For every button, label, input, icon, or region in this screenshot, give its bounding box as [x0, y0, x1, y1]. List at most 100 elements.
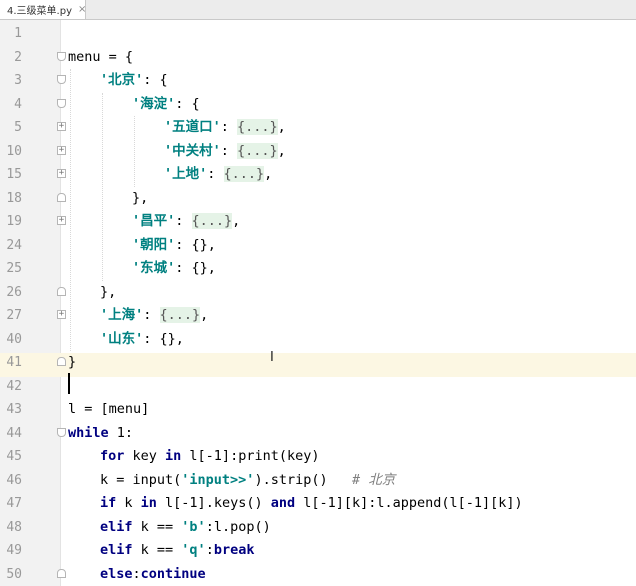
code-line[interactable]: 18},: [0, 187, 636, 211]
code-text: '山东': {},: [100, 328, 184, 352]
code-line[interactable]: 47 if k in l[-1].keys() and l[-1][k]:l.ap…: [0, 492, 636, 516]
code-token: 'q': [181, 542, 206, 558]
fold-marker-icon[interactable]: [57, 427, 66, 437]
fold-marker-icon[interactable]: [57, 192, 66, 202]
code-text: '上海': {...},: [100, 304, 208, 328]
code-token: '海淀': [132, 95, 176, 112]
code-text: for key in l[-1]:print(key): [100, 445, 319, 469]
code-token: k ==: [132, 518, 182, 535]
code-token: },: [100, 283, 117, 300]
folded-block[interactable]: {...}: [223, 166, 265, 182]
code-line[interactable]: 1: [0, 22, 636, 46]
code-line[interactable]: 49 elif k == 'q':break: [0, 539, 636, 563]
code-text: k = input('input>>').strip() # 北京: [100, 469, 395, 493]
code-token: '上地': [164, 166, 208, 182]
code-token: '东城': [132, 260, 176, 276]
indent-guide: [102, 92, 103, 281]
code-text: '东城': {},: [132, 257, 216, 281]
indent-guide: [70, 69, 71, 351]
code-text: }: [68, 351, 76, 375]
line-number: 2: [14, 49, 22, 65]
fold-expand-icon[interactable]: +: [57, 122, 66, 131]
code-line[interactable]: 19 + '昌平': {...},: [0, 210, 636, 234]
line-number: 44: [6, 425, 22, 441]
fold-marker-icon[interactable]: [57, 98, 66, 108]
fold-expand-icon[interactable]: +: [57, 145, 66, 155]
code-line[interactable]: 45 for key in l[-1]:print(key): [0, 445, 636, 469]
fold-expand-icon[interactable]: +: [57, 169, 66, 178]
code-line[interactable]: 5 + '五道口': {...},: [0, 116, 636, 140]
code-line[interactable]: 25 '东城': {},: [0, 257, 636, 281]
code-text: if k in l[-1].keys() and l[-1][k]:l.appe…: [100, 492, 523, 516]
code-text: elif k == 'q':break: [100, 539, 254, 563]
line-number: 19: [6, 214, 22, 229]
code-token: for: [100, 448, 125, 464]
code-token: '北京': [100, 72, 144, 88]
code-token: ,: [232, 213, 241, 229]
code-token: 'input>>': [181, 471, 255, 488]
tab-file[interactable]: 4.三级菜单.py ×: [0, 0, 86, 19]
code-token: :: [143, 307, 160, 323]
code-text: '海淀': {: [132, 93, 200, 117]
code-token: '昌平': [132, 213, 176, 229]
code-token: else: [100, 565, 133, 582]
fold-marker-icon[interactable]: [57, 75, 66, 84]
code-line[interactable]: 26},: [0, 281, 636, 305]
fold-expand-icon[interactable]: +: [57, 310, 66, 319]
code-token: :l.pop(): [205, 518, 271, 535]
code-line[interactable]: 48 elif k == 'b':l.pop(): [0, 516, 636, 540]
code-line[interactable]: 46 k = input('input>>').strip() # 北京: [0, 469, 636, 493]
fold-marker-icon[interactable]: [57, 568, 66, 578]
code-token: :: [207, 166, 224, 182]
line-number: 5: [14, 120, 22, 135]
code-token: elif: [100, 542, 133, 558]
code-line[interactable]: 27 + '上海': {...},: [0, 304, 636, 328]
fold-expand-icon[interactable]: +: [57, 216, 66, 225]
code-line[interactable]: 15 + '上地': {...},: [0, 163, 636, 187]
line-number: 26: [6, 284, 22, 300]
code-token: ,: [277, 142, 286, 159]
code-token: k ==: [132, 542, 182, 558]
code-token: '朝阳': [132, 236, 176, 253]
code-token: }: [68, 354, 77, 370]
code-line[interactable]: 50 else:continue: [0, 563, 636, 586]
code-text: '昌平': {...},: [132, 210, 240, 234]
fold-marker-icon[interactable]: [57, 286, 66, 296]
code-text: '北京': {: [100, 69, 168, 93]
code-token: :: [175, 213, 192, 229]
code-line[interactable]: 44 while 1:: [0, 422, 636, 446]
code-token: 'b': [181, 518, 206, 535]
fold-marker-icon[interactable]: [57, 357, 66, 366]
code-line[interactable]: 41}: [0, 351, 636, 375]
code-text: else:continue: [100, 563, 206, 586]
folded-block[interactable]: {...}: [191, 213, 233, 229]
code-line[interactable]: 2 menu = {: [0, 46, 636, 70]
line-number: 43: [6, 402, 22, 417]
code-token: '中关村': [164, 142, 221, 159]
code-line[interactable]: 40 '山东': {},: [0, 328, 636, 352]
code-token: and: [270, 495, 296, 511]
line-number: 15: [6, 167, 22, 182]
code-line[interactable]: 4 '海淀': {: [0, 93, 636, 117]
close-tab-icon[interactable]: ×: [78, 4, 86, 15]
line-number: 4: [14, 96, 22, 112]
code-line[interactable]: 10 + '中关村': {...},: [0, 140, 636, 164]
code-token: in: [165, 448, 182, 464]
code-token: # 北京: [351, 471, 396, 488]
line-number: 45: [6, 449, 22, 464]
code-token: : {},: [175, 260, 216, 276]
fold-marker-icon[interactable]: [57, 51, 66, 61]
code-line[interactable]: 42: [0, 375, 636, 399]
folded-block[interactable]: {...}: [159, 307, 201, 323]
line-number: 18: [6, 190, 22, 206]
code-token: : {},: [143, 330, 184, 347]
folded-block[interactable]: {...}: [237, 142, 278, 159]
code-line[interactable]: 24 '朝阳': {},: [0, 234, 636, 258]
code-line[interactable]: 43 l = [menu]: [0, 398, 636, 422]
code-token: break: [213, 542, 255, 558]
code-text: elif k == 'b':l.pop(): [100, 516, 271, 540]
code-token: key: [124, 448, 166, 464]
code-text: '五道口': {...},: [164, 116, 286, 140]
code-line[interactable]: 3 '北京': {: [0, 69, 636, 93]
folded-block[interactable]: {...}: [237, 119, 278, 135]
